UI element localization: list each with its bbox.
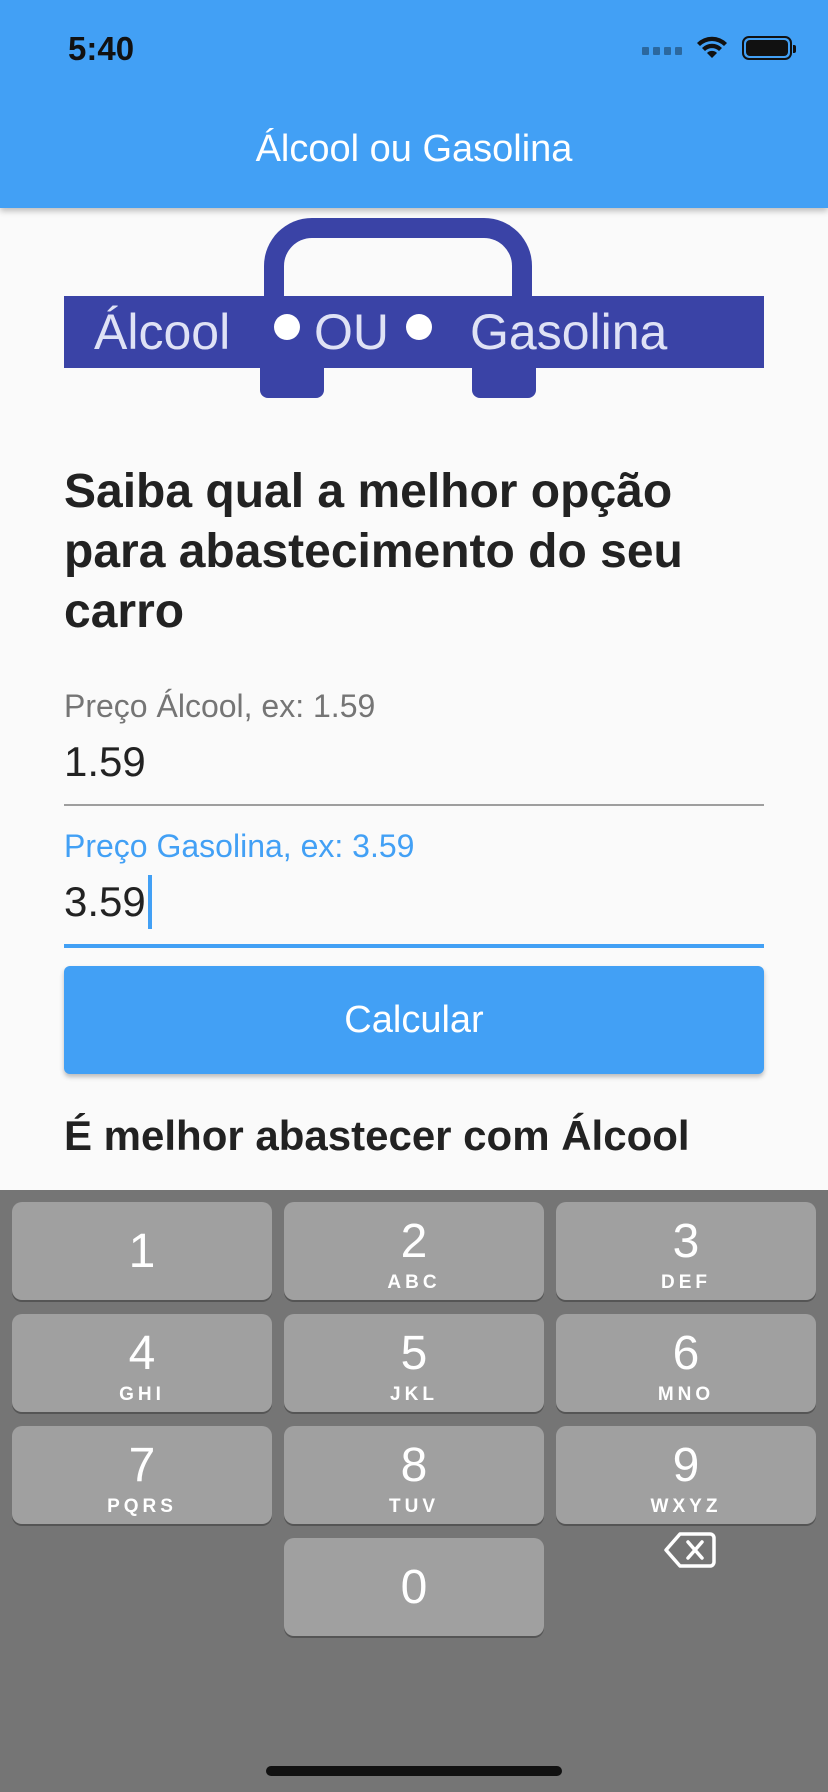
gasolina-price-label: Preço Gasolina, ex: 3.59 xyxy=(64,828,415,864)
gasolina-price-field[interactable]: Preço Gasolina, ex: 3.59 3.59 xyxy=(64,828,764,948)
key-letters: JKL xyxy=(390,1384,438,1405)
key-5[interactable]: 5 JKL xyxy=(284,1314,544,1412)
key-letters: PQRS xyxy=(107,1496,177,1517)
logo-dot-right xyxy=(406,314,432,340)
key-letters: DEF xyxy=(661,1272,711,1293)
key-digit: 6 xyxy=(672,1327,700,1380)
key-digit: 1 xyxy=(128,1225,156,1278)
logo-word-left: Álcool xyxy=(94,304,231,360)
key-2[interactable]: 2 ABC xyxy=(284,1202,544,1300)
key-letters: TUV xyxy=(389,1496,439,1517)
key-digit: 9 xyxy=(672,1439,700,1492)
result-text: É melhor abastecer com Álcool xyxy=(64,1112,690,1159)
key-8[interactable]: 8 TUV xyxy=(284,1426,544,1524)
calcular-button[interactable]: Calcular xyxy=(64,966,764,1074)
app-title: Álcool ou Gasolina xyxy=(255,128,573,170)
key-digit: 2 xyxy=(400,1215,428,1268)
key-letters: GHI xyxy=(119,1384,165,1405)
key-7[interactable]: 7 PQRS xyxy=(12,1426,272,1524)
key-6[interactable]: 6 MNO xyxy=(556,1314,816,1412)
alcool-field-underline xyxy=(64,804,764,806)
key-letters: MNO xyxy=(657,1384,715,1405)
key-letters: ABC xyxy=(387,1272,441,1293)
home-indicator[interactable] xyxy=(266,1766,562,1776)
battery-icon xyxy=(742,36,796,60)
key-digit: 7 xyxy=(128,1439,156,1492)
gasolina-price-input[interactable]: 3.59 xyxy=(64,875,146,929)
text-caret xyxy=(147,875,152,929)
cellular-signal-icon xyxy=(642,41,682,55)
logo-word-middle: OU xyxy=(314,304,389,360)
status-time: 5:40 xyxy=(68,30,135,67)
key-9[interactable]: 9 WXYZ xyxy=(556,1426,816,1524)
page-heading: Saiba qual a melhor opção para abastecim… xyxy=(64,465,683,638)
key-digit: 5 xyxy=(400,1327,428,1380)
alcool-price-input[interactable]: 1.59 xyxy=(64,735,146,789)
logo-dot-left xyxy=(274,314,300,340)
key-1[interactable]: 1 xyxy=(12,1202,272,1300)
gasolina-field-underline xyxy=(64,944,764,948)
wifi-icon xyxy=(697,36,727,58)
key-letters: WXYZ xyxy=(650,1496,722,1517)
key-digit: 8 xyxy=(400,1439,428,1492)
status-icons xyxy=(642,36,796,60)
key-3[interactable]: 3 DEF xyxy=(556,1202,816,1300)
key-0[interactable]: 0 xyxy=(284,1538,544,1636)
app-bar: 5:40 Álcool ou Gasolina xyxy=(0,0,828,208)
numeric-keyboard: 1 2 ABC 3 DEF 4 GHI 5 JKL 6 MNO 7 PQRS 8… xyxy=(0,1190,828,1792)
key-digit: 3 xyxy=(672,1215,700,1268)
backspace-icon[interactable] xyxy=(664,1530,716,1570)
key-digit: 0 xyxy=(400,1561,428,1614)
key-4[interactable]: 4 GHI xyxy=(12,1314,272,1412)
alcool-price-field[interactable]: Preço Álcool, ex: 1.59 1.59 xyxy=(64,688,764,806)
key-digit: 4 xyxy=(128,1327,156,1380)
app-logo: Álcool OU Gasolina xyxy=(64,216,764,402)
alcool-price-label: Preço Álcool, ex: 1.59 xyxy=(64,688,376,724)
logo-word-right: Gasolina xyxy=(470,304,668,360)
